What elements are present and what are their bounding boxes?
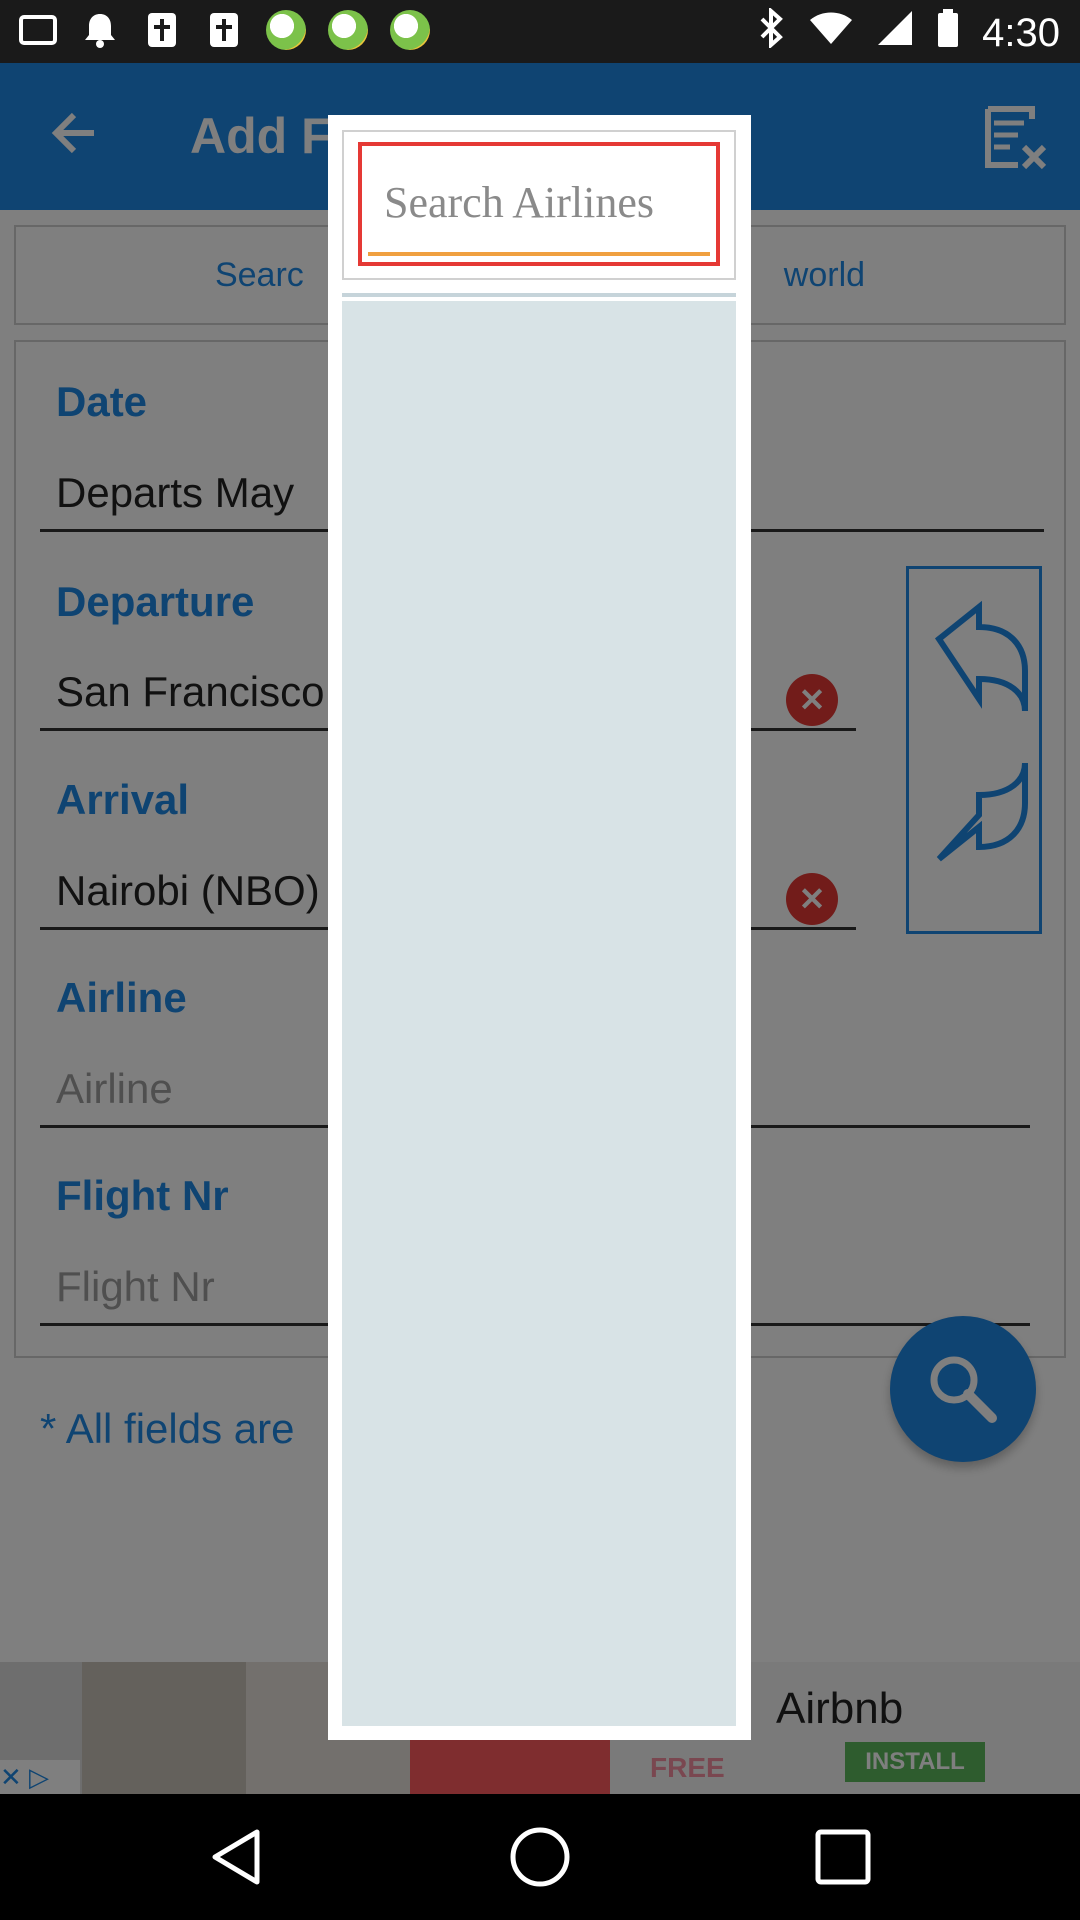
battery-icon bbox=[936, 8, 960, 58]
bluetooth-icon bbox=[758, 6, 786, 58]
search-input-frame bbox=[358, 142, 720, 266]
news-icon bbox=[142, 10, 182, 50]
soccer-app-icon bbox=[266, 10, 306, 50]
nav-home-icon[interactable] bbox=[507, 1824, 573, 1890]
wifi-icon bbox=[808, 10, 854, 56]
soccer-app-icon-3 bbox=[390, 10, 430, 50]
screenshot-icon bbox=[18, 10, 58, 50]
nav-recents-icon[interactable] bbox=[810, 1824, 876, 1890]
nav-back-icon[interactable] bbox=[205, 1824, 271, 1890]
divider bbox=[342, 293, 736, 297]
notification-icons bbox=[18, 10, 430, 50]
status-bar: 4:30 bbox=[0, 0, 1080, 63]
signal-icon bbox=[876, 9, 914, 57]
search-airlines-input[interactable] bbox=[368, 152, 710, 256]
navigation-bar bbox=[0, 1794, 1080, 1920]
airline-search-dialog bbox=[328, 115, 751, 1740]
bell-icon bbox=[80, 10, 120, 50]
clock: 4:30 bbox=[982, 10, 1060, 55]
news-icon-2 bbox=[204, 10, 244, 50]
airline-results-list[interactable] bbox=[342, 301, 736, 1726]
system-status: 4:30 bbox=[758, 6, 1060, 58]
search-box bbox=[342, 130, 736, 280]
soccer-app-icon-2 bbox=[328, 10, 368, 50]
